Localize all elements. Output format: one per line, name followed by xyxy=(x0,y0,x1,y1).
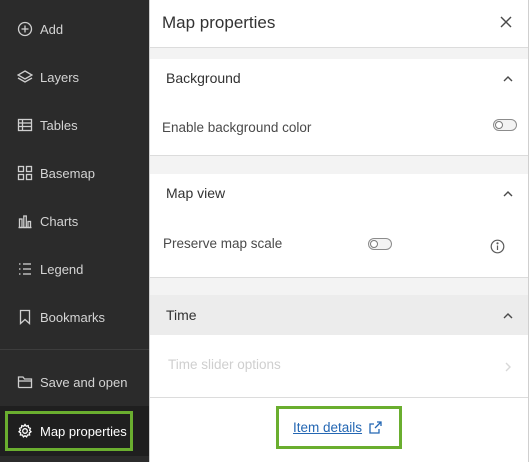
chevron-right-icon xyxy=(502,360,514,372)
add-circle-icon xyxy=(16,20,34,38)
section-background-body: Enable background color xyxy=(150,97,528,156)
layers-icon xyxy=(16,68,34,86)
preserve-map-scale-label: Preserve map scale xyxy=(163,236,283,251)
chart-icon xyxy=(16,212,34,230)
close-button[interactable] xyxy=(500,15,514,29)
sidebar-item-save-and-open[interactable]: Save and open xyxy=(0,358,149,406)
sidebar-item-label: Add xyxy=(40,21,64,37)
section-title: Time xyxy=(166,307,197,323)
highlight-box xyxy=(5,411,133,451)
preserve-map-scale-toggle[interactable] xyxy=(368,238,392,250)
sidebar-item-label: Layers xyxy=(40,69,80,85)
section-title: Map view xyxy=(166,185,226,201)
section-time-header[interactable]: Time xyxy=(150,295,528,335)
sidebar-item-label: Charts xyxy=(40,213,79,229)
sidebar-divider xyxy=(0,349,149,350)
section-background-header[interactable]: Background xyxy=(150,59,528,97)
toggle-knob xyxy=(495,121,503,129)
section-map-view-body: Preserve map scale xyxy=(150,212,528,278)
panel-title: Map properties xyxy=(162,13,276,32)
sidebar-item-layers[interactable]: Layers xyxy=(0,53,149,101)
map-properties-panel: Map properties Background Enable backgro… xyxy=(149,0,529,462)
section-map-view-header[interactable]: Map view xyxy=(150,174,528,212)
enable-background-color-toggle[interactable] xyxy=(493,119,517,131)
sidebar-item-label: Save and open xyxy=(40,374,128,390)
sidebar-item-label: Tables xyxy=(40,117,78,133)
sidebar-item-charts[interactable]: Charts xyxy=(0,197,149,245)
section-title: Background xyxy=(166,70,241,86)
bookmark-icon xyxy=(16,308,34,326)
sidebar-item-label: Legend xyxy=(40,261,84,277)
sidebar: Add Layers Tables Basemap Charts Legend xyxy=(0,0,149,462)
section-time-body: Time slider options xyxy=(150,335,528,397)
sidebar-item-basemap[interactable]: Basemap xyxy=(0,149,149,197)
enable-background-color-label: Enable background color xyxy=(162,120,312,135)
sidebar-item-bookmarks[interactable]: Bookmarks xyxy=(0,293,149,341)
info-icon[interactable] xyxy=(490,239,505,254)
toggle-knob xyxy=(370,240,378,248)
sidebar-item-tables[interactable]: Tables xyxy=(0,101,149,149)
chevron-up-icon[interactable] xyxy=(502,187,514,199)
panel-header: Map properties xyxy=(150,0,528,48)
sidebar-item-legend[interactable]: Legend xyxy=(0,245,149,293)
time-slider-options-label: Time slider options xyxy=(168,357,281,372)
basemap-icon xyxy=(16,164,34,182)
chevron-up-icon[interactable] xyxy=(502,72,514,84)
legend-icon xyxy=(16,260,34,278)
folder-icon xyxy=(16,373,34,391)
table-icon xyxy=(16,116,34,134)
highlight-box xyxy=(276,406,402,449)
close-icon xyxy=(500,16,512,28)
sidebar-item-label: Bookmarks xyxy=(40,309,106,325)
sidebar-item-add[interactable]: Add xyxy=(0,5,149,53)
chevron-up-icon[interactable] xyxy=(502,309,514,321)
sidebar-item-label: Basemap xyxy=(40,165,95,181)
